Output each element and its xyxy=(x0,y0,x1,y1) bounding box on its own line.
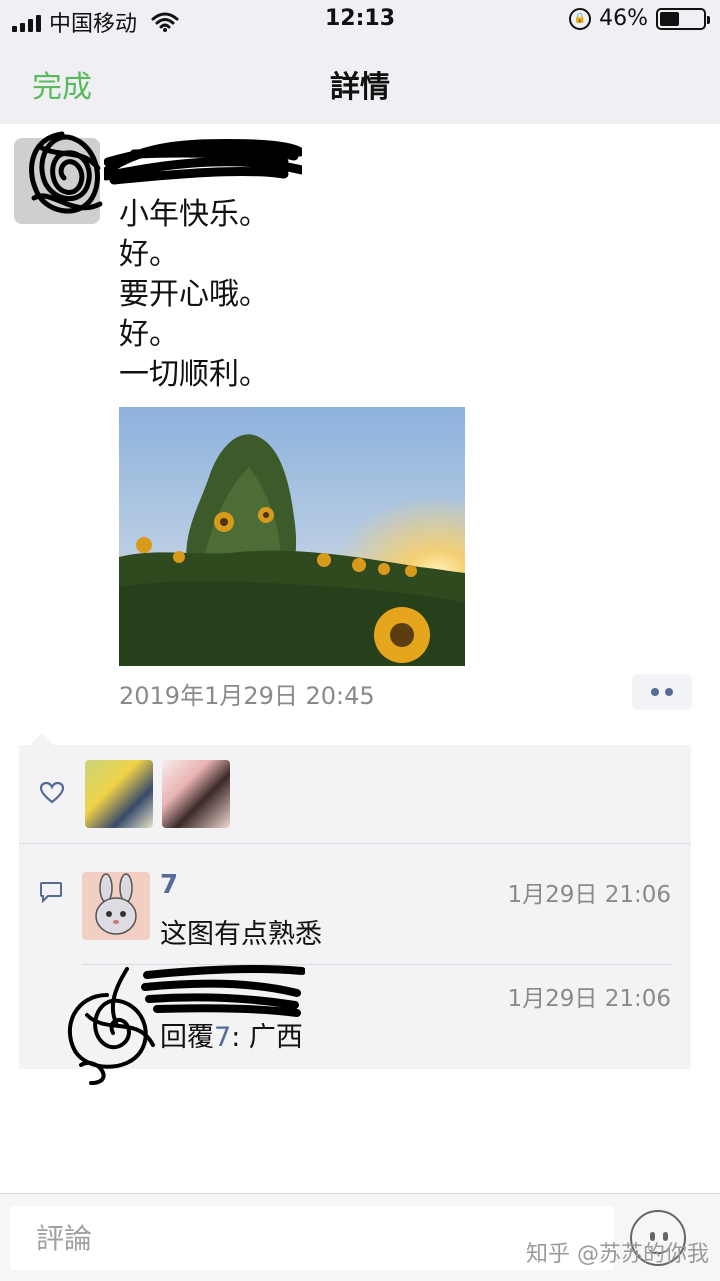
liker-avatar[interactable] xyxy=(85,760,153,828)
reply-comment: 回覆7: 广西 xyxy=(160,1015,303,1054)
sunflower-photo xyxy=(119,407,465,666)
page-title: 詳情 xyxy=(330,70,390,105)
battery-percent: 46% xyxy=(599,6,648,31)
comment-time: 1月29日 21:06 xyxy=(507,986,672,1012)
redaction-scribble xyxy=(29,131,103,214)
status-right: 🔒 46% xyxy=(569,6,710,31)
likes-row xyxy=(19,745,691,843)
post-timestamp: 2019年1月29日 20:45 xyxy=(119,682,375,710)
commenter-avatar[interactable] xyxy=(82,872,150,940)
orientation-lock-icon: 🔒 xyxy=(569,7,592,30)
status-bar: 中国移动 12:13 🔒 46% xyxy=(0,0,720,40)
dot-icon xyxy=(665,688,673,696)
post-line: 好。 xyxy=(119,317,179,352)
more-actions-button[interactable] xyxy=(632,674,692,710)
heart-icon xyxy=(39,781,65,804)
nav-bar: 完成 詳情 xyxy=(0,40,720,124)
comment-author[interactable]: 7 xyxy=(160,870,178,900)
post-line: 小年快乐。 xyxy=(119,197,269,232)
reply-separator: : xyxy=(231,1022,249,1053)
dot-icon xyxy=(651,688,659,696)
reply-prefix: 回覆 xyxy=(160,1022,214,1053)
battery-icon xyxy=(656,7,710,30)
post-line: 一切顺利。 xyxy=(119,357,269,392)
reply-to-user[interactable]: 7 xyxy=(214,1022,231,1053)
battery-fill xyxy=(660,11,680,26)
comment-input[interactable] xyxy=(10,1206,614,1270)
post-line: 要开心哦。 xyxy=(119,277,269,312)
author-name-redaction xyxy=(104,138,302,185)
rabbit-avatar-icon xyxy=(82,872,150,940)
comment-time: 1月29日 21:06 xyxy=(507,882,672,908)
panel-pointer xyxy=(30,733,54,745)
post-photo[interactable] xyxy=(119,407,465,666)
post-text: 小年快乐。 好。 要开心哦。 好。 一切顺利。 xyxy=(119,195,269,395)
watermark: 知乎 @苏苏的你我 xyxy=(526,1242,709,1267)
post-line: 好。 xyxy=(119,237,179,272)
liker-avatar[interactable] xyxy=(162,760,230,828)
interactions-panel: 7 1月29日 21:06 这图有点熟悉 1月29日 21:06 回覆7: 广西 xyxy=(19,745,691,1085)
divider xyxy=(19,843,691,844)
comment-text: 这图有点熟悉 xyxy=(160,919,322,950)
reply-text: 广西 xyxy=(248,1022,303,1053)
comment-icon xyxy=(40,882,62,903)
